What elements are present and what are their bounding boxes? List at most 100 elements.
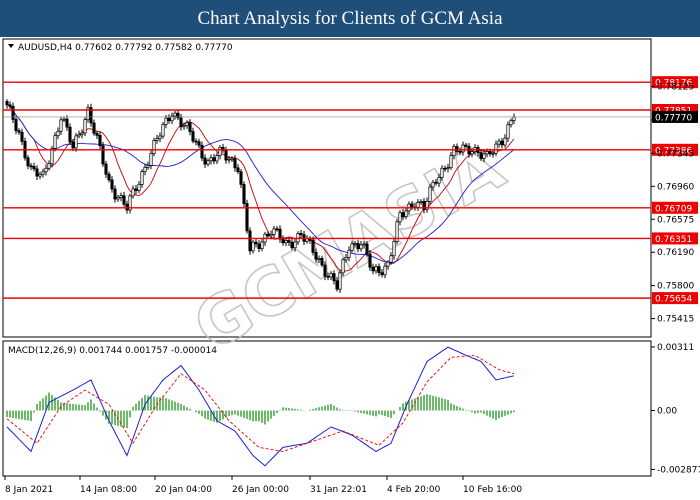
candle-body	[503, 137, 507, 146]
candle-body	[77, 134, 81, 137]
candle-body	[95, 132, 99, 136]
level-label: 0.76709	[655, 204, 692, 214]
candle-body	[101, 145, 105, 165]
candle-body	[404, 210, 408, 218]
candle-body	[119, 195, 123, 198]
candle-body	[455, 146, 459, 152]
candle-body	[197, 141, 201, 146]
candle-body	[185, 122, 189, 127]
candle-body	[50, 147, 54, 165]
candle-body	[494, 143, 498, 154]
candle-body	[446, 167, 450, 170]
candle-body	[371, 266, 375, 272]
price-tick-label: 0.76575	[657, 215, 694, 225]
candle-body	[242, 184, 246, 204]
candle-body	[149, 153, 153, 166]
candle-body	[230, 158, 234, 161]
candle-body	[317, 258, 321, 260]
candle-body	[14, 119, 18, 132]
candle-body	[80, 132, 84, 135]
candle-body	[485, 151, 489, 155]
macd-info: MACD(12,26,9) 0.001744 0.001757 -0.00001…	[8, 346, 217, 356]
candle-body	[158, 135, 162, 139]
candle-body	[401, 212, 405, 218]
candle-body	[353, 243, 357, 245]
candle-body	[479, 152, 483, 159]
candle-body	[47, 163, 51, 169]
candle-body	[143, 166, 147, 172]
price-tick-label: 0.76190	[657, 248, 694, 258]
candle-body	[74, 135, 78, 149]
candle-body	[368, 253, 372, 268]
candle-body	[266, 233, 270, 237]
candle-body	[53, 135, 57, 149]
candle-body	[248, 230, 252, 252]
price-tick-label: 0.75415	[657, 315, 694, 325]
candle-body	[32, 166, 36, 170]
candle-body	[500, 140, 504, 146]
candle-body	[491, 152, 495, 155]
candle-body	[104, 163, 108, 175]
candle-body	[506, 124, 510, 139]
candle-body	[509, 120, 513, 126]
candle-body	[218, 146, 222, 156]
candle-body	[65, 118, 69, 128]
candle-body	[17, 130, 21, 133]
candle-body	[251, 241, 255, 252]
candle-body	[59, 119, 63, 132]
candle-body	[272, 228, 276, 235]
candle-body	[167, 117, 171, 122]
candle-body	[329, 273, 333, 278]
candle-body	[461, 144, 465, 153]
candle-body	[362, 243, 366, 246]
candle-body	[347, 249, 351, 258]
candle-body	[326, 275, 330, 278]
candle-body	[398, 212, 402, 223]
candle-body	[137, 184, 141, 191]
candle-body	[98, 135, 102, 147]
chart-header-title: Chart Analysis for Clients of GCM Asia	[0, 0, 700, 37]
candle-body	[20, 131, 24, 142]
candle-body	[287, 240, 291, 243]
candle-body	[155, 138, 159, 141]
candle-body	[377, 266, 381, 274]
candle-body	[173, 112, 177, 117]
candle-body	[293, 241, 297, 249]
candle-body	[428, 186, 432, 202]
candle-body	[359, 244, 363, 250]
candle-body	[212, 157, 216, 162]
last-price-label: 0.77770	[655, 113, 692, 123]
candle-body	[113, 188, 117, 200]
candle-body	[140, 171, 144, 185]
macd-tick-label: 0.00311	[657, 343, 694, 353]
candle-body	[296, 232, 300, 243]
candle-body	[314, 251, 318, 260]
candle-body	[437, 177, 441, 184]
candle-body	[188, 122, 192, 132]
candle-body	[410, 203, 414, 208]
candle-body	[254, 241, 258, 245]
candle-body	[239, 171, 243, 185]
candle-body	[110, 179, 114, 190]
candle-body	[122, 195, 126, 205]
candle-body	[62, 118, 66, 121]
candle-body	[290, 241, 294, 249]
candle-body	[335, 280, 339, 290]
candle-body	[200, 144, 204, 159]
candle-body	[374, 266, 378, 272]
candle-body	[449, 155, 453, 169]
candle-body	[203, 157, 207, 165]
candle-body	[392, 241, 396, 257]
candle-body	[332, 273, 336, 282]
price-tick-label: 0.75800	[657, 282, 694, 292]
time-tick-label: 26 Jan 00:00	[232, 485, 289, 495]
price-tick-label: 0.77345	[657, 149, 694, 159]
time-tick-label: 14 Jan 08:00	[80, 485, 137, 495]
candle-body	[386, 261, 390, 267]
candle-body	[350, 243, 354, 251]
candle-body	[182, 125, 186, 128]
candle-body	[257, 243, 261, 249]
candle-body	[443, 167, 447, 170]
macd-panel-frame	[2, 340, 652, 477]
candle-body	[107, 173, 111, 181]
